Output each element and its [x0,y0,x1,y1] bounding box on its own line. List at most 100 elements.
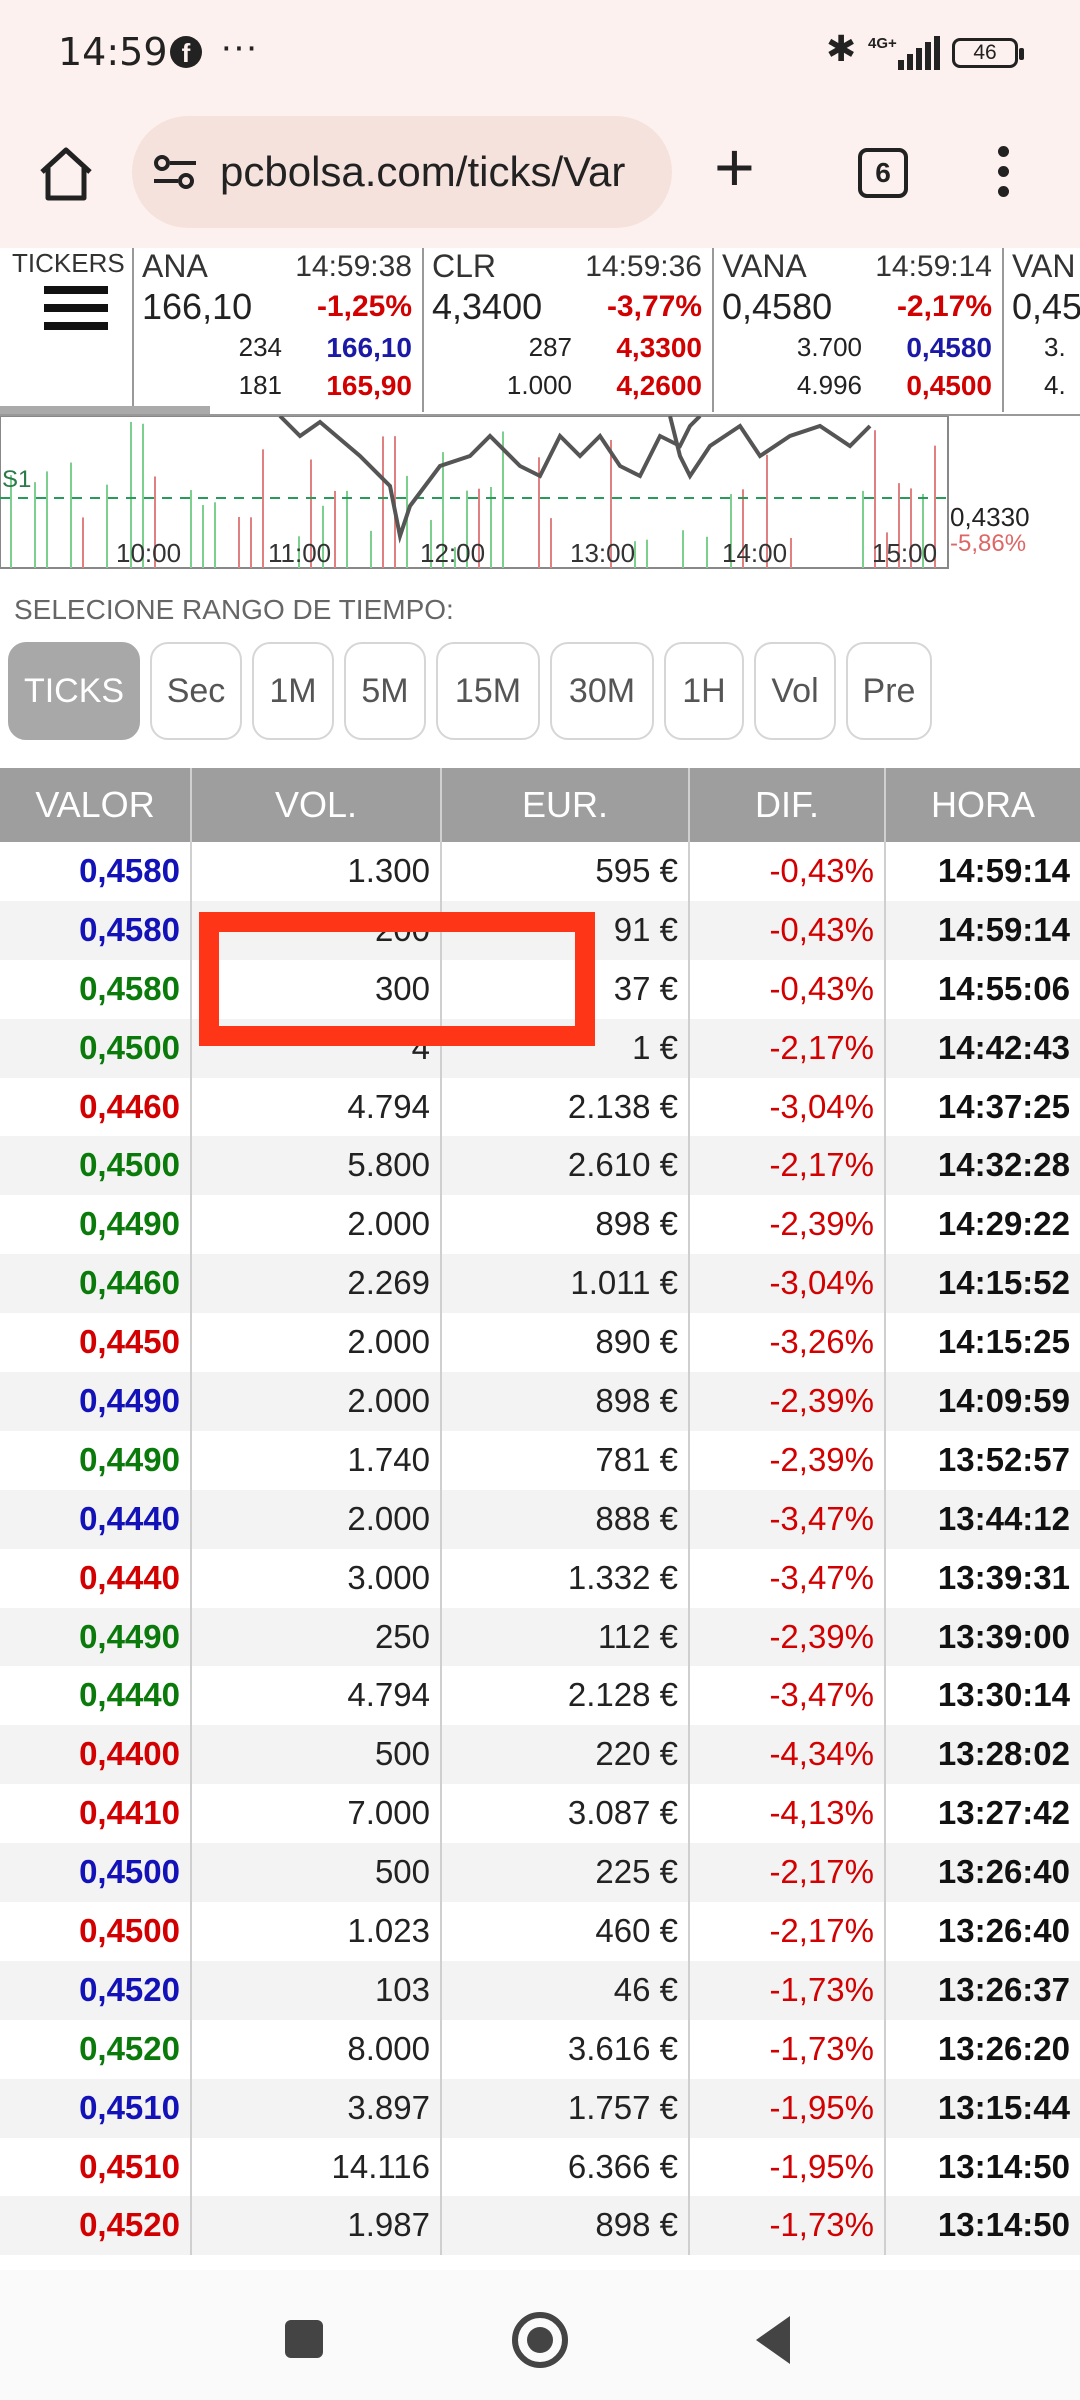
volume-bar [106,484,108,568]
table-row[interactable]: 0,4580 1.300 595 € -0,43% 14:59:14 [0,842,1080,901]
cell-vol: 500 [192,1725,442,1785]
table-row[interactable]: 0,4500 1.023 460 € -2,17% 13:26:40 [0,1902,1080,1961]
range-button-30m[interactable]: 30M [550,642,654,740]
support-label: S1 [2,466,32,493]
ticker-price: 4,3400 [432,286,543,327]
cell-eur: 2.138 € [442,1077,690,1137]
table-row[interactable]: 0,4520 1.987 898 € -1,73% 13:14:50 [0,2196,1080,2256]
cell-hora: 14:59:14 [937,852,1070,889]
range-button-vol[interactable]: Vol [754,642,836,740]
table-row[interactable]: 0,4490 250 112 € -2,39% 13:39:00 [0,1607,1080,1667]
cell-dif: -3,26% [690,1313,886,1373]
volume-bar [706,536,708,568]
volume-bar [70,462,72,568]
ticker-ask-volume: 181 [238,370,282,400]
table-row[interactable]: 0,4490 2.000 898 € -2,39% 14:09:59 [0,1372,1080,1431]
range-button-1m[interactable]: 1M [252,642,334,740]
home-nav-icon[interactable] [512,2312,568,2368]
table-row[interactable]: 0,4490 1.740 781 € -2,39% 13:52:57 [0,1430,1080,1490]
cell-dif: -2,17% [690,1018,886,1078]
table-row[interactable]: 0,4460 2.269 1.011 € -3,04% 14:15:52 [0,1254,1080,1314]
table-row[interactable]: 0,4410 7.000 3.087 € -4,13% 13:27:42 [0,1784,1080,1844]
cell-hora: 13:14:50 [937,2206,1070,2244]
range-button-pre[interactable]: Pre [846,642,932,740]
new-tab-icon[interactable]: + [714,132,755,202]
cell-valor: 0,4460 [0,1254,192,1314]
cell-valor: 0,4520 [0,2196,192,2256]
table-row[interactable]: 0,4520 8.000 3.616 € -1,73% 13:26:20 [0,2019,1080,2079]
table-row[interactable]: 0,4400 500 220 € -4,34% 13:28:02 [0,1725,1080,1785]
range-button-ticks[interactable]: TICKS [8,642,140,740]
cell-dif: -1,95% [690,2137,886,2197]
ticker-name: VAN [1012,248,1076,284]
cell-dif: -0,43% [690,900,886,960]
header-dif[interactable]: DIF. [690,768,886,842]
table-row[interactable]: 0,4490 2.000 898 € -2,39% 14:29:22 [0,1195,1080,1255]
cell-vol: 250 [192,1607,442,1667]
table-row[interactable]: 0,4500 5.800 2.610 € -2,17% 14:32:28 [0,1136,1080,1196]
address-bar[interactable]: pcbolsa.com/ticks/Var [132,116,672,228]
recent-apps-icon[interactable] [285,2320,323,2358]
ticker-vana[interactable]: VANA 14:59:14 0,4580 -2,17% 3.700 0,4580… [712,248,1002,412]
cell-hora: 13:14:50 [937,2147,1070,2185]
volume-bar [790,537,792,568]
range-button-15m[interactable]: 15M [436,642,540,740]
table-row[interactable]: 0,4500 500 225 € -2,17% 13:26:40 [0,1843,1080,1903]
site-settings-icon[interactable] [152,154,198,190]
chart-time-tick: 11:00 [268,538,332,568]
cell-dif: -2,17% [690,1843,886,1903]
table-row[interactable]: 0,4510 14.116 6.366 € -1,95% 13:14:50 [0,2137,1080,2197]
header-vol[interactable]: VOL. [192,768,442,842]
cell-dif: -2,17% [690,1136,886,1196]
cell-eur: 781 € [442,1430,690,1490]
ticker-clr[interactable]: CLR 14:59:36 4,3400 -3,77% 287 4,3300 1.… [422,248,712,412]
cell-hora: 13:27:42 [937,1794,1070,1832]
table-row[interactable]: 0,4440 2.000 888 € -3,47% 13:44:12 [0,1489,1080,1549]
ticker-van-partial[interactable]: VAN 0,45 3. 4. [1002,248,1080,412]
volume-bar [682,530,684,568]
header-valor[interactable]: VALOR [0,768,192,842]
cell-vol: 103 [192,1960,442,2020]
ticker-name: VANA [722,248,807,284]
chart-time-tick: 10:00 [116,538,182,568]
cell-valor: 0,4500 [0,1902,192,1961]
cell-valor: 0,4500 [0,1136,192,1196]
header-eur[interactable]: EUR. [442,768,690,842]
cell-valor: 0,4400 [0,1725,192,1785]
ticker-ana[interactable]: ANA 14:59:38 166,10 -1,25% 234 166,10 18… [132,248,422,412]
ticker-time: 14:59:14 [875,250,992,283]
header-hora[interactable]: HORA [886,768,1080,842]
menu-icon[interactable] [44,286,108,340]
back-icon[interactable] [756,2316,790,2364]
volume-bar [334,490,336,568]
table-row[interactable]: 0,4460 4.794 2.138 € -3,04% 14:37:25 [0,1077,1080,1137]
ticker-price: 166,10 [142,286,253,327]
tickers-scrollbar[interactable] [0,406,210,414]
volume-bar [490,487,492,568]
table-body: 0,4580 1.300 595 € -0,43% 14:59:14 0,4580 200 9… [0,842,1080,2256]
range-button-sec[interactable]: Sec [150,642,242,740]
cell-hora: 14:15:52 [937,1264,1070,1302]
range-button-1h[interactable]: 1H [664,642,744,740]
ticker-time: 14:59:36 [585,250,702,283]
cell-hora: 13:26:20 [937,2029,1070,2067]
table-row[interactable]: 0,4450 2.000 890 € -3,26% 14:15:25 [0,1313,1080,1373]
cell-dif: -3,47% [690,1666,886,1726]
table-row[interactable]: 0,4440 3.000 1.332 € -3,47% 13:39:31 [0,1548,1080,1608]
chart-time-tick: 13:00 [570,538,636,568]
table-row[interactable]: 0,4440 4.794 2.128 € -3,47% 13:30:14 [0,1666,1080,1726]
tab-switcher-button[interactable]: 6 [858,148,908,198]
home-icon[interactable] [36,144,96,204]
range-button-5m[interactable]: 5M [344,642,426,740]
table-row[interactable]: 0,4520 103 46 € -1,73% 13:26:37 [0,1960,1080,2020]
cell-dif: -3,04% [690,1254,886,1314]
table-row[interactable]: 0,4510 3.897 1.757 € -1,95% 13:15:44 [0,2078,1080,2138]
cell-eur: 112 € [442,1607,690,1667]
cell-hora: 13:39:00 [937,1617,1070,1655]
volume-bar [34,482,36,568]
facebook-icon: f [170,36,202,68]
range-label: SELECIONE RANGO DE TIEMPO: [14,594,454,625]
cell-valor: 0,4520 [0,1960,192,2020]
cell-eur: 898 € [442,1372,690,1431]
overflow-menu-icon[interactable] [998,146,1012,206]
